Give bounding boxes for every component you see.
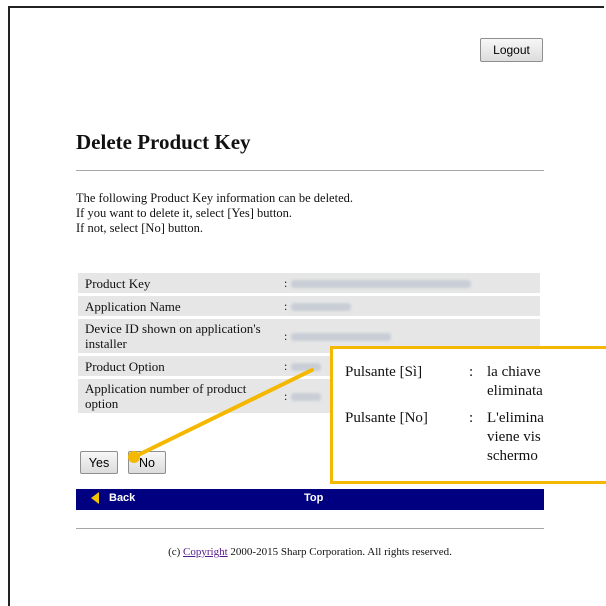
back-arrow-icon <box>91 492 99 504</box>
page-title: Delete Product Key <box>76 130 251 154</box>
row-label: Product Key <box>78 273 280 293</box>
copyright-link[interactable]: Copyright <box>183 546 228 558</box>
callout-text-line: viene vis <box>487 429 541 445</box>
footer-suffix: 2000-2015 Sharp Corporation. All rights … <box>227 546 452 558</box>
description-line: If you want to delete it, select [Yes] b… <box>76 206 293 220</box>
description-text: The following Product Key information ca… <box>76 191 353 236</box>
back-link[interactable]: Back <box>91 492 135 504</box>
row-label: Application Name <box>78 296 280 316</box>
annotation-callout: Pulsante [Sì]: la chiave eliminata Pulsant… <box>330 346 606 484</box>
table-row: Product Key : <box>78 273 540 293</box>
redacted-value <box>291 280 472 289</box>
footer: (c) Copyright 2000-2015 Sharp Corporatio… <box>0 546 606 558</box>
back-label: Back <box>109 492 136 504</box>
callout-item-yes: Pulsante [Sì]: la chiave eliminata <box>345 363 543 401</box>
description-line: The following Product Key information ca… <box>76 191 354 205</box>
navigation-bar: Back Top <box>76 489 544 510</box>
footer-divider <box>76 528 544 529</box>
callout-colon: : <box>469 364 474 380</box>
row-label: Device ID shown on application's install… <box>78 319 280 353</box>
footer-prefix: (c) <box>168 546 184 558</box>
row-label: Application number of product option <box>78 379 280 413</box>
row-value: : <box>280 273 540 293</box>
description-line: If not, select [No] button. <box>76 221 204 235</box>
callout-text-line: schermo <box>487 448 538 464</box>
title-divider <box>76 170 544 171</box>
redacted-value <box>291 303 352 312</box>
table-row: Application Name : <box>78 296 540 316</box>
callout-text: la chiave eliminata <box>487 363 543 401</box>
yes-button[interactable]: Yes <box>80 451 118 474</box>
callout-text-line: eliminata <box>487 383 543 399</box>
top-link[interactable]: Top <box>304 492 323 504</box>
row-label: Product Option <box>78 356 280 376</box>
logout-button[interactable]: Logout <box>480 38 543 62</box>
redacted-value <box>291 333 392 342</box>
redacted-value <box>291 393 322 402</box>
callout-text-line: la chiave <box>487 364 541 380</box>
callout-item-no: Pulsante [No]: L'elimina viene vis schermo <box>345 409 544 466</box>
callout-text-line: L'elimina <box>487 410 544 426</box>
callout-colon: : <box>469 410 474 426</box>
redacted-value <box>291 363 322 372</box>
callout-key: Pulsante [No] <box>345 410 428 426</box>
callout-key: Pulsante [Sì] <box>345 364 423 380</box>
row-value: : <box>280 296 540 316</box>
callout-text: L'elimina viene vis schermo <box>487 409 544 466</box>
no-button[interactable]: No <box>128 451 166 474</box>
